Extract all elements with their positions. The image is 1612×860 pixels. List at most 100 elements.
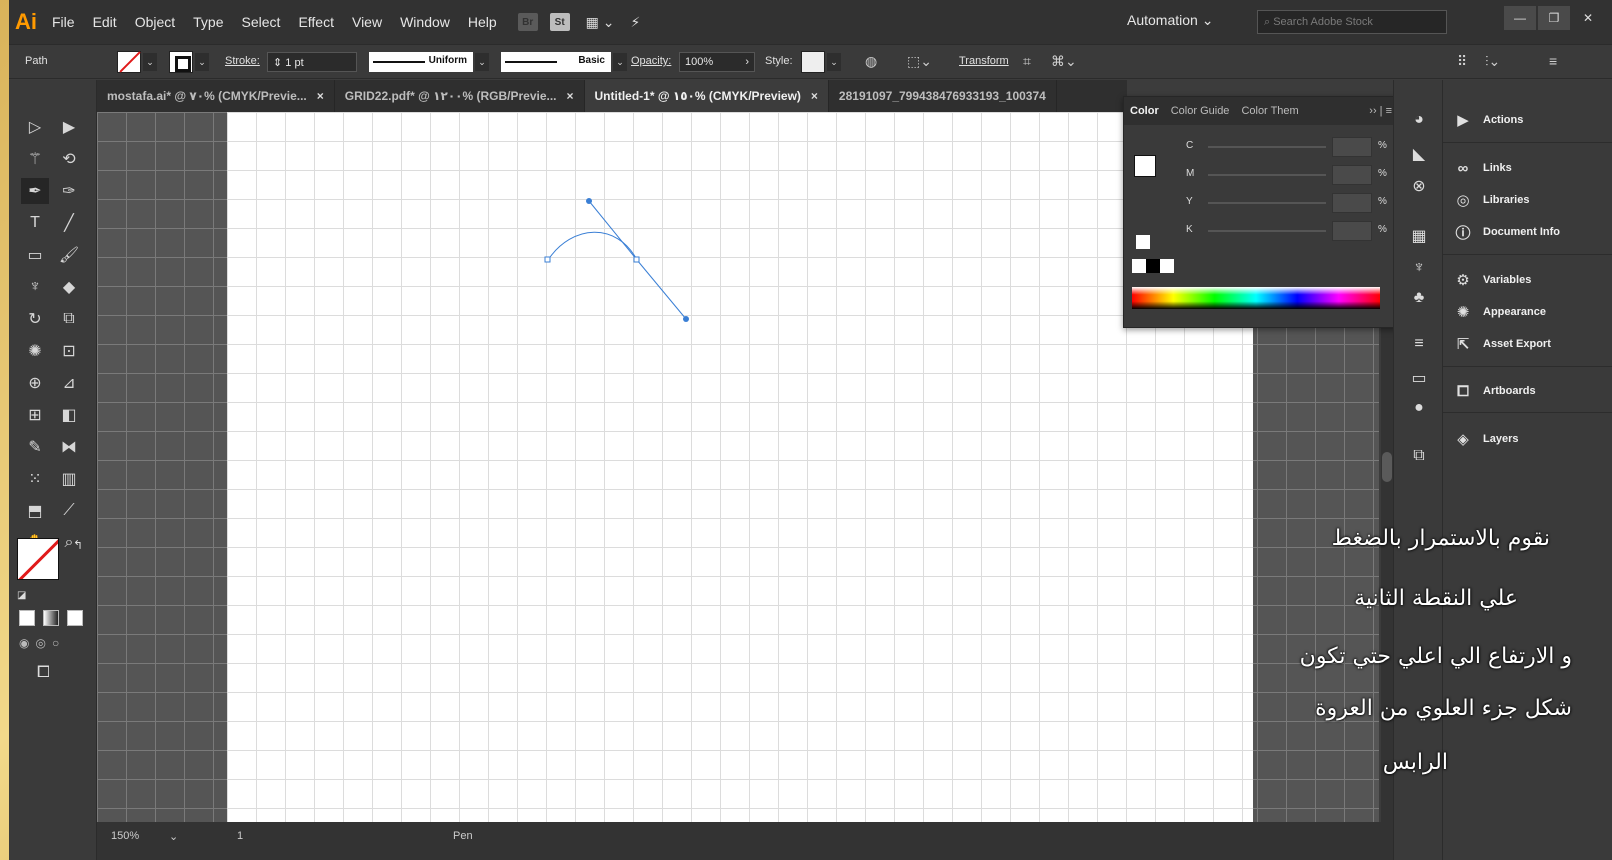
cyan-slider[interactable]: C%: [1186, 137, 1396, 157]
variables-panel[interactable]: ⚙ Variables: [1451, 266, 1611, 294]
graphic-style-swatch[interactable]: [801, 51, 825, 73]
transparency-icon[interactable]: ●: [1406, 396, 1432, 420]
tab-28191097[interactable]: 28191097_799438476933193_100374: [829, 80, 1057, 112]
links-panel[interactable]: ∞ Links: [1451, 154, 1611, 182]
actions-panel[interactable]: ▶ Actions: [1451, 106, 1611, 134]
slice-tool-icon[interactable]: ⟋: [55, 498, 83, 524]
color-themes-icon[interactable]: ⊗: [1406, 174, 1432, 198]
artboard-number[interactable]: 1: [237, 830, 243, 842]
shape-mode-icon[interactable]: ⌗: [1023, 53, 1031, 70]
selection-tool-icon[interactable]: ▷: [21, 114, 49, 140]
black-slider[interactable]: K%: [1186, 221, 1396, 241]
appearance-panel[interactable]: ✺ Appearance: [1451, 298, 1611, 326]
direct-selection-tool-icon[interactable]: ▶: [55, 114, 83, 140]
menu-type[interactable]: Type: [184, 14, 232, 30]
libraries-panel[interactable]: ◎ Libraries: [1451, 186, 1611, 214]
stock-search-input[interactable]: ⌕ Search Adobe Stock: [1257, 10, 1447, 34]
brush-dropdown-icon[interactable]: ⌄: [613, 53, 627, 71]
menu-effect[interactable]: Effect: [289, 14, 343, 30]
free-transform-tool-icon[interactable]: ⊡: [55, 338, 83, 364]
menu-help[interactable]: Help: [459, 14, 506, 30]
anchor-point-1[interactable]: [544, 256, 551, 263]
style-dropdown-icon[interactable]: ⌄: [827, 53, 841, 71]
bridge-button[interactable]: Br: [517, 13, 538, 31]
stroke-swatch[interactable]: [169, 51, 193, 73]
stroke-weight-input[interactable]: ⇕ 1 pt: [267, 52, 357, 72]
arrange-documents-icon[interactable]: ▦ ⌄: [586, 14, 615, 31]
gradient-tool-icon[interactable]: ◧: [55, 402, 83, 428]
control-menu-icon[interactable]: ≡: [1549, 53, 1557, 69]
magic-wand-tool-icon[interactable]: ⚚: [21, 146, 49, 172]
gradient-panel-icon[interactable]: ▭: [1406, 366, 1432, 390]
none-mode-icon[interactable]: [67, 610, 83, 626]
zoom-dropdown-icon[interactable]: ⌄: [169, 830, 178, 843]
brush-definition[interactable]: Basic: [501, 52, 611, 72]
align-to-icon[interactable]: ⬚⌄: [907, 53, 932, 70]
symbol-sprayer-tool-icon[interactable]: ⁙: [21, 466, 49, 492]
anchor-point-2[interactable]: [633, 256, 640, 263]
color-guide-icon[interactable]: ◣: [1406, 142, 1432, 166]
variable-width-profile[interactable]: Uniform: [369, 52, 473, 72]
recolor-artwork-icon[interactable]: ◍: [865, 53, 877, 70]
fill-stroke-widget[interactable]: ↰ ◪: [17, 538, 87, 608]
lasso-tool-icon[interactable]: ⟲: [55, 146, 83, 172]
color-panel-icon[interactable]: ◕: [1406, 108, 1432, 132]
document-setup-icon[interactable]: ⫶⌄: [1485, 53, 1500, 70]
paintbrush-tool-icon[interactable]: 🖌: [55, 242, 83, 268]
symbols-icon[interactable]: ♣: [1406, 286, 1432, 310]
scroll-thumb[interactable]: [1382, 452, 1392, 482]
tab-color-guide[interactable]: Color Guide: [1165, 105, 1236, 117]
perspective-grid-tool-icon[interactable]: ⊿: [55, 370, 83, 396]
artboard[interactable]: [227, 112, 1253, 822]
brushes-icon[interactable]: ♆: [1406, 256, 1432, 280]
isolate-icon[interactable]: ⌘⌄: [1051, 53, 1077, 70]
column-graph-tool-icon[interactable]: ▥: [55, 466, 83, 492]
pen-path[interactable]: [227, 112, 1253, 822]
swap-fill-stroke-icon[interactable]: ↰: [73, 538, 83, 552]
transform-panel-icon[interactable]: ⧉: [1406, 444, 1432, 468]
opacity-input[interactable]: 100% ›: [679, 52, 755, 72]
rotate-tool-icon[interactable]: ↻: [21, 306, 49, 332]
stroke-panel-icon[interactable]: ≡: [1406, 332, 1432, 356]
document-info-panel[interactable]: ⓘ Document Info: [1451, 218, 1611, 246]
draw-normal-icon[interactable]: ◉: [19, 636, 29, 650]
asset-export-panel[interactable]: ⇱ Asset Export: [1451, 330, 1611, 358]
menu-view[interactable]: View: [343, 14, 391, 30]
stroke-label[interactable]: Stroke:: [225, 55, 260, 67]
magenta-slider[interactable]: M%: [1186, 165, 1396, 185]
menu-select[interactable]: Select: [233, 14, 290, 30]
maximize-button[interactable]: ❐: [1538, 6, 1570, 30]
close-button[interactable]: ✕: [1572, 6, 1604, 30]
tab-untitled-1[interactable]: Untitled-1* @ ١٥٠% (CMYK/Preview) ×: [584, 80, 829, 112]
gradient-mode-icon[interactable]: [43, 610, 59, 626]
tab-color[interactable]: Color: [1124, 105, 1165, 117]
swatches-icon[interactable]: ▦: [1406, 224, 1432, 248]
panel-fill-swatch[interactable]: [1134, 155, 1156, 177]
color-spectrum[interactable]: [1132, 287, 1380, 309]
yellow-slider[interactable]: Y%: [1186, 193, 1396, 213]
direction-handle-in[interactable]: [586, 198, 592, 204]
panel-menu-icon[interactable]: ⠿: [1457, 53, 1467, 70]
stroke-dropdown-icon[interactable]: ⌄: [195, 53, 209, 71]
gpu-performance-icon[interactable]: ⚡: [631, 14, 641, 31]
mesh-tool-icon[interactable]: ⊞: [21, 402, 49, 428]
tab-grid22[interactable]: GRID22.pdf* @ ١٢٠٠% (RGB/Previe... ×: [335, 80, 585, 112]
line-tool-icon[interactable]: ╱: [55, 210, 83, 236]
close-tab-icon[interactable]: ×: [317, 89, 324, 103]
fill-dropdown-icon[interactable]: ⌄: [143, 53, 157, 71]
close-tab-icon[interactable]: ×: [567, 89, 574, 103]
close-tab-icon[interactable]: ×: [811, 89, 818, 103]
minimize-button[interactable]: —: [1504, 6, 1536, 30]
artboards-panel[interactable]: ⧠ Artboards: [1451, 377, 1611, 405]
eyedropper-tool-icon[interactable]: ✎: [21, 434, 49, 460]
draw-behind-icon[interactable]: ◎: [35, 636, 45, 650]
opacity-label[interactable]: Opacity:: [631, 55, 671, 67]
fill-swatch[interactable]: [117, 51, 141, 73]
curvature-tool-icon[interactable]: ✑: [55, 178, 83, 204]
menu-window[interactable]: Window: [391, 14, 459, 30]
layers-panel[interactable]: ◈ Layers: [1451, 425, 1611, 453]
none-black-white-swatches[interactable]: [1132, 259, 1174, 273]
width-tool-icon[interactable]: ✺: [21, 338, 49, 364]
zoom-level[interactable]: 150%: [111, 830, 139, 842]
scale-tool-icon[interactable]: ⧉: [55, 306, 83, 332]
